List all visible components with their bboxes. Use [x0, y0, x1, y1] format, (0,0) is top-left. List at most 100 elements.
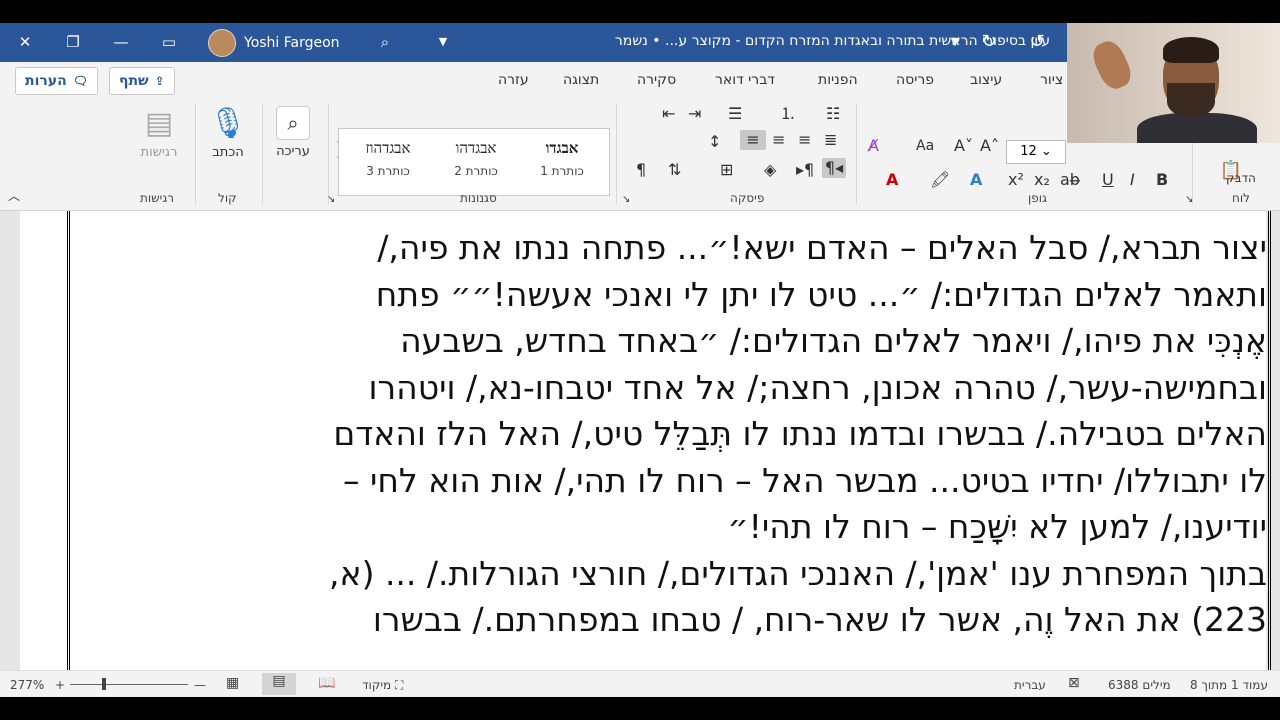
group-label-styles: סגנונות — [460, 191, 497, 205]
group-label-paragraph: פיסקה — [730, 191, 765, 205]
tab-references[interactable]: הפניות — [818, 72, 858, 88]
group-label-font: גופן — [1028, 191, 1047, 205]
font-color-icon[interactable]: A — [886, 170, 898, 190]
font-size-box[interactable]: 12 ⌄ — [1006, 140, 1066, 164]
word-count[interactable]: 6388 מילים — [1108, 678, 1171, 692]
minimize-icon[interactable]: — — [108, 30, 134, 54]
style-heading-1[interactable]: אבגדו כותרת 1 — [521, 139, 603, 178]
comment-icon: 🗨 — [72, 74, 88, 88]
tab-draw[interactable]: ציור — [1040, 72, 1063, 88]
chevron-down-icon[interactable]: ▼ — [430, 30, 456, 54]
document-line: יצור תברא,/ סבל האלים – האדם ישא!״... פת… — [377, 228, 1267, 267]
ribbon-display-icon[interactable]: ▭ — [156, 30, 182, 54]
tab-view[interactable]: תצוגה — [563, 72, 599, 88]
proofing-icon[interactable]: ⊠ — [1068, 675, 1080, 691]
change-case-icon[interactable]: Aa — [916, 136, 934, 156]
separator — [856, 104, 857, 204]
align-right-icon[interactable]: ≡ — [740, 130, 766, 150]
highlight-icon[interactable]: 🖍 — [930, 170, 950, 190]
comments-label: הערות — [25, 73, 67, 89]
style-sample: אבגדהוז — [365, 139, 411, 157]
editing-button[interactable]: ⌕ עריכה — [268, 106, 318, 159]
presenter-body — [1137, 113, 1257, 143]
read-mode-icon[interactable]: 📖 — [318, 675, 335, 691]
redo-icon[interactable]: ↻ — [976, 30, 1002, 54]
document-page[interactable]: יצור תברא,/ סבל האלים – האדם ישא!״... פת… — [20, 211, 1271, 670]
decrease-font-icon[interactable]: A˅ — [954, 136, 973, 156]
text-effects-icon[interactable]: A — [970, 170, 982, 190]
tab-mailings[interactable]: דברי דואר — [715, 72, 775, 88]
multilevel-list-icon[interactable]: ☰ — [728, 104, 742, 124]
search-icon[interactable]: ⌕ — [372, 30, 398, 54]
borders-icon[interactable]: ⊞ — [720, 160, 733, 180]
font-size-value: 12 — [1020, 144, 1037, 159]
sort-icon[interactable]: ⇅ — [668, 160, 681, 180]
dictate-button-label: הכתב — [212, 145, 244, 160]
zoom-in-icon[interactable]: + — [55, 678, 65, 692]
dialog-launcher-icon[interactable]: ↘ — [622, 190, 630, 210]
style-heading-2[interactable]: אבגדהו כותרת 2 — [435, 139, 517, 178]
show-formatting-icon[interactable]: ¶ — [636, 160, 646, 180]
share-icon: ⇪ — [154, 74, 165, 88]
subscript-icon[interactable]: x₂ — [1034, 170, 1050, 190]
decrease-indent-icon[interactable]: ⇤ — [662, 104, 675, 124]
clear-formatting-icon[interactable]: A̸ — [868, 136, 879, 156]
increase-indent-icon[interactable]: ⇥ — [688, 104, 701, 124]
increase-font-icon[interactable]: A˄ — [980, 136, 999, 156]
tab-design[interactable]: עיצוב — [970, 72, 1002, 88]
editing-button-label: עריכה — [276, 144, 310, 159]
dialog-launcher-icon[interactable]: ↘ — [327, 190, 335, 210]
microphone-icon: 🎙 — [208, 106, 248, 141]
line-spacing-icon[interactable]: ↕ — [708, 132, 721, 152]
group-label-voice: קול — [218, 191, 237, 205]
restore-icon[interactable]: ❐ — [60, 30, 86, 54]
style-name: כותרת 2 — [454, 164, 498, 178]
undo-icon[interactable]: ↺ — [1024, 30, 1050, 54]
share-button[interactable]: שתף ⇪ — [109, 67, 175, 95]
focus-label: מיקוד — [362, 678, 392, 692]
sensitivity-button[interactable]: ▤ רגישות — [130, 106, 188, 160]
account-button[interactable]: Yoshi Fargeon — [208, 29, 340, 57]
rtl-icon[interactable]: ¶◂ — [822, 158, 846, 178]
style-sample: אבגדו — [545, 139, 579, 157]
tab-help[interactable]: עזרה — [498, 72, 529, 88]
zoom-slider-thumb[interactable] — [102, 678, 106, 690]
shading-icon[interactable]: ◈ — [764, 160, 776, 180]
paste-label[interactable]: הדבק — [1226, 168, 1256, 188]
quick-access-dropdown-icon[interactable]: ▼ — [942, 30, 968, 54]
justify-icon[interactable]: ≣ — [824, 130, 837, 150]
comments-button[interactable]: הערות 🗨 — [15, 67, 98, 95]
styles-gallery: אבגדהוז כותרת 3 אבגדהו כותרת 2 אבגדו כות… — [338, 128, 610, 196]
close-icon[interactable]: ✕ — [12, 30, 38, 54]
bullets-icon[interactable]: ☷ — [826, 104, 840, 124]
zoom-slider[interactable] — [70, 684, 188, 685]
zoom-out-icon[interactable]: — — [194, 678, 206, 692]
tab-layout[interactable]: פריסה — [896, 72, 934, 88]
style-name: כותרת 3 — [366, 164, 410, 178]
document-line: אֶנְכִּי את פיהו,/ ויאמר לאלים הגדולים:/… — [400, 321, 1267, 360]
italic-icon[interactable]: I — [1130, 170, 1135, 190]
zoom-level[interactable]: 277% — [10, 678, 44, 692]
find-icon: ⌕ — [276, 106, 310, 140]
web-layout-icon[interactable]: ▦ — [226, 675, 239, 691]
language-indicator[interactable]: עברית — [1014, 678, 1046, 692]
page-number[interactable]: עמוד 1 מתוך 8 — [1190, 678, 1268, 692]
strikethrough-icon[interactable]: ab̶ — [1060, 170, 1080, 190]
dictate-button[interactable]: 🎙 הכתב — [203, 106, 253, 160]
focus-button[interactable]: מיקוד ⛶ — [362, 678, 403, 693]
style-heading-3[interactable]: אבגדהוז כותרת 3 — [347, 139, 429, 178]
ltr-icon[interactable]: ▸¶ — [796, 160, 814, 180]
print-layout-icon[interactable]: ▤ — [262, 673, 296, 695]
superscript-icon[interactable]: x² — [1008, 170, 1024, 190]
document-body[interactable]: יצור תברא,/ סבל האלים – האדם ישא!״... פת… — [112, 225, 1267, 644]
share-label: שתף — [119, 73, 149, 89]
bold-icon[interactable]: B — [1156, 170, 1168, 190]
collapse-ribbon-icon[interactable]: ︿ — [8, 186, 20, 206]
presenter-beard — [1167, 83, 1215, 117]
numbering-icon[interactable]: ⒈ — [780, 104, 796, 124]
align-center-icon[interactable]: ≡ — [772, 130, 785, 150]
tab-review[interactable]: סקירה — [637, 72, 676, 88]
underline-icon[interactable]: U — [1102, 170, 1114, 190]
presenter-hair — [1163, 37, 1219, 63]
align-left-icon[interactable]: ≡ — [798, 130, 811, 150]
